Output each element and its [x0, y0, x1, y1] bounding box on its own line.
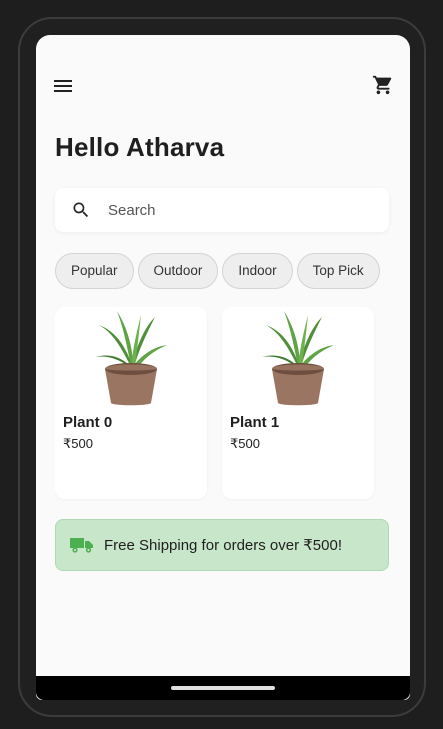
- system-navigation-bar: [36, 676, 410, 700]
- search-icon: [70, 199, 92, 221]
- search-bar[interactable]: [55, 188, 389, 232]
- app-screen: Hello Atharva PopularOutdoorIndoorTop Pi…: [36, 35, 410, 700]
- chip-popular[interactable]: Popular: [55, 253, 134, 289]
- chip-indoor[interactable]: Indoor: [222, 253, 293, 289]
- product-price: ₹500: [230, 436, 260, 451]
- product-name: Plant 0: [63, 414, 113, 431]
- cart-icon: [372, 75, 392, 95]
- cart-button[interactable]: [370, 72, 396, 98]
- greeting-title: Hello Atharva: [55, 132, 225, 162]
- category-chips: Popular Outdoor Indoor Top Pick: [55, 253, 410, 289]
- home-gesture-handle[interactable]: [171, 686, 275, 690]
- free-shipping-banner: Free Shipping for orders over ₹500!: [55, 519, 389, 571]
- truck-icon: [70, 535, 94, 555]
- menu-button[interactable]: [50, 73, 76, 99]
- top-app-bar: [36, 35, 410, 135]
- product-card[interactable]: Plant 0 ₹500: [55, 307, 207, 499]
- plant-image: [262, 311, 334, 406]
- chip-top-pick[interactable]: Top Pick: [296, 253, 380, 289]
- plant-image: [95, 311, 167, 406]
- search-input[interactable]: [106, 200, 360, 220]
- product-grid: Plant 0 ₹500 Plant 1 ₹500: [55, 307, 410, 501]
- banner-text: Free Shipping for orders over ₹500!: [104, 537, 343, 554]
- menu-icon: [54, 80, 72, 92]
- product-name: Plant 1: [230, 414, 280, 431]
- product-price: ₹500: [63, 436, 93, 451]
- chip-outdoor[interactable]: Outdoor: [137, 253, 219, 289]
- product-card[interactable]: Plant 1 ₹500: [222, 307, 374, 499]
